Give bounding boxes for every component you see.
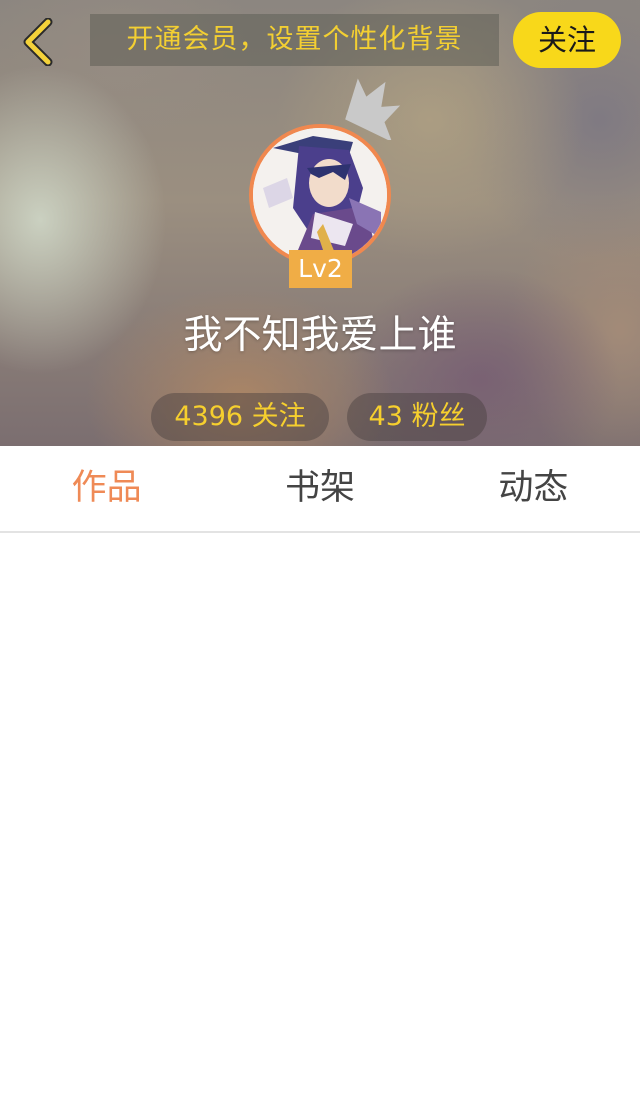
back-button[interactable]	[18, 17, 58, 67]
level-badge: Lv2	[289, 250, 352, 288]
vip-banner[interactable]: 开通会员，设置个性化背景	[90, 14, 499, 66]
profile-header: 开通会员，设置个性化背景 关注 Lv2 我不知我爱上谁 4396 关注 43 粉…	[0, 0, 640, 446]
tab-works[interactable]: 作品	[0, 446, 213, 531]
profile-page: 开通会员，设置个性化背景 关注 Lv2 我不知我爱上谁 4396 关注 43 粉…	[0, 0, 640, 1096]
tab-bookshelf[interactable]: 书架	[213, 446, 426, 531]
fans-count[interactable]: 43 粉丝	[347, 393, 487, 441]
avatar[interactable]	[249, 124, 391, 266]
profile-tabs: 作品 书架 动态	[0, 446, 640, 533]
avatar-image	[253, 128, 387, 262]
nickname: 我不知我爱上谁	[183, 313, 457, 358]
tab-activity[interactable]: 动态	[427, 446, 640, 531]
tab-content-area	[0, 533, 640, 1096]
following-count[interactable]: 4396 关注	[151, 393, 329, 441]
chevron-left-icon	[23, 17, 53, 67]
follow-button[interactable]: 关注	[513, 12, 621, 68]
